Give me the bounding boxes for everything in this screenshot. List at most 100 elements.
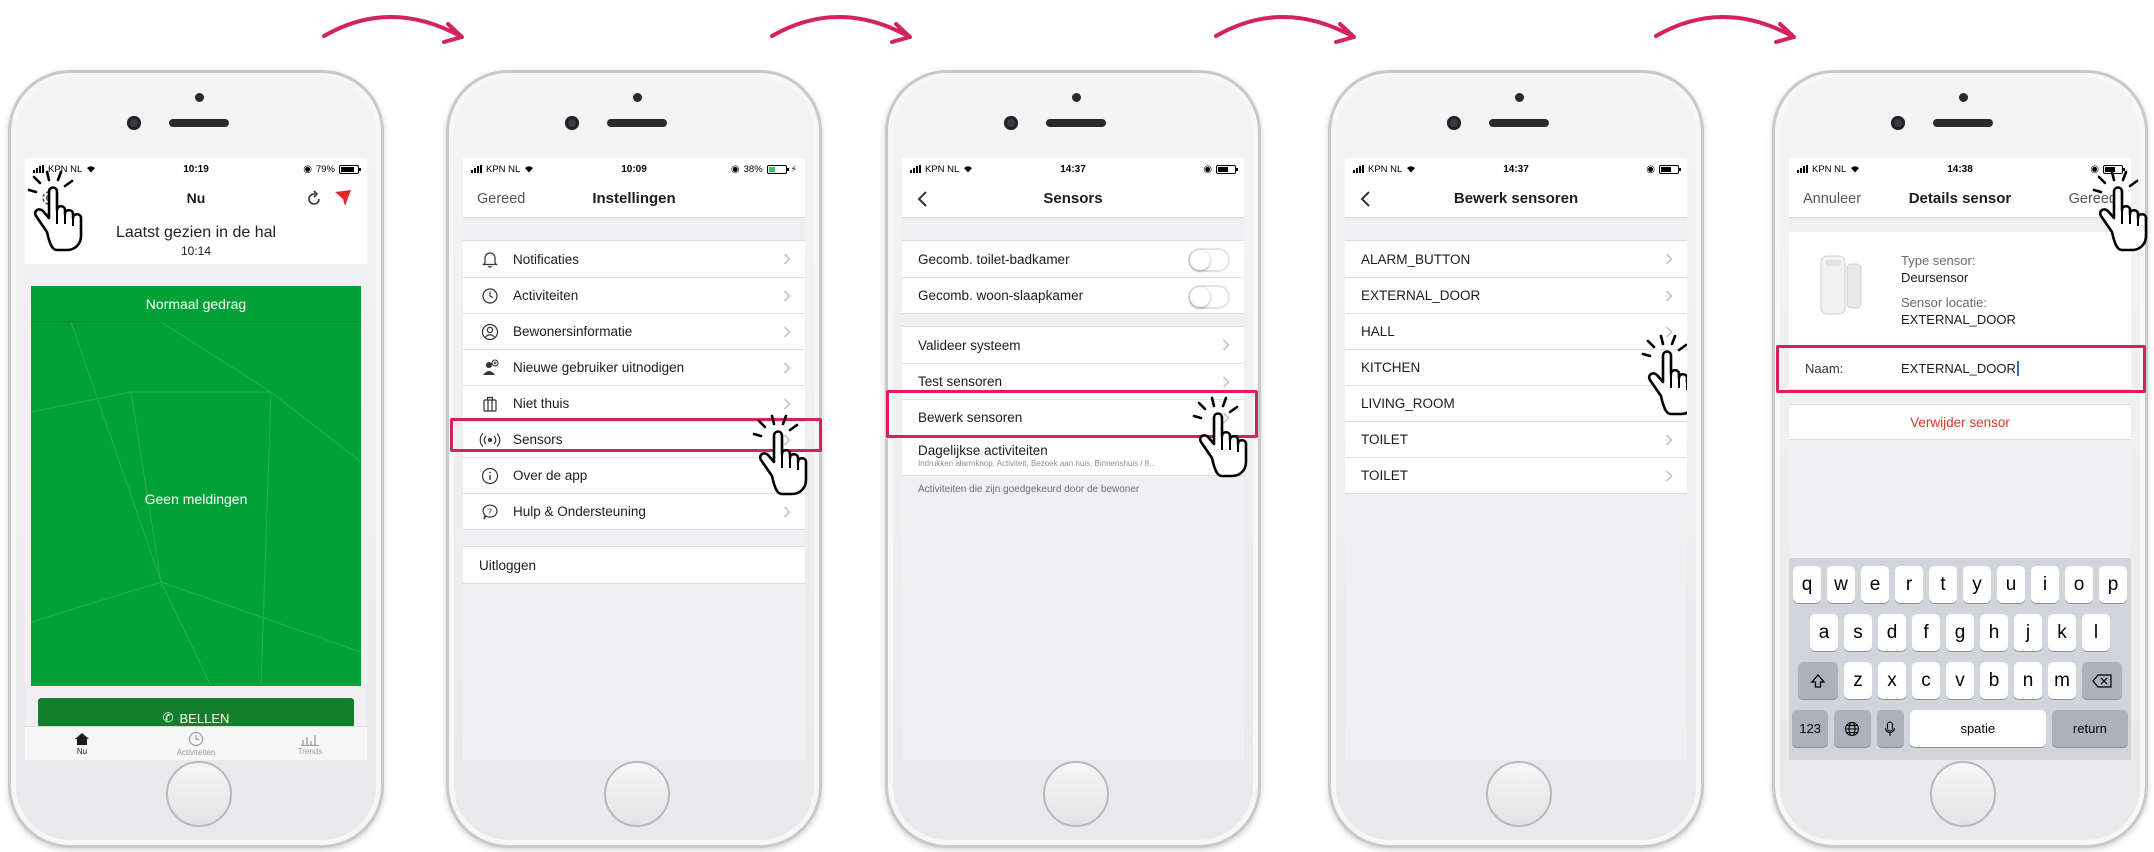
settings-item-resident-info[interactable]: Bewonersinformatie [463, 313, 805, 349]
done-button[interactable]: Gereed [477, 191, 525, 207]
door-sensor-image [1820, 255, 1862, 315]
key[interactable]: f [1912, 614, 1940, 651]
shift-key[interactable] [1798, 662, 1838, 699]
tab-now[interactable]: Nu [25, 727, 139, 760]
screen-now: KPN NL 10:19 ◉ 79% Nu Laatst gezien in de… [25, 158, 367, 760]
key[interactable]: m [2048, 662, 2076, 699]
key[interactable]: p [2099, 566, 2127, 603]
toggle-switch[interactable] [1188, 285, 1230, 309]
suitcase-icon [479, 393, 501, 415]
sensor-item[interactable]: ALARM_BUTTON [1345, 241, 1687, 277]
settings-item-activities[interactable]: Activiteiten [463, 277, 805, 313]
numbers-key[interactable]: 123 [1792, 710, 1829, 747]
home-button[interactable] [1930, 761, 1996, 827]
toggle-list: Gecomb. toilet-badkamer Gecomb. woon-sla… [902, 240, 1244, 314]
back-chevron-icon[interactable] [914, 189, 932, 209]
status-bar: KPN NL 14:37 ◉ [902, 158, 1244, 180]
chevron-right-icon [1665, 434, 1673, 446]
key[interactable]: g [1946, 614, 1974, 651]
globe-icon [1845, 721, 1860, 736]
front-camera [1004, 116, 1018, 130]
chevron-right-icon [783, 398, 791, 410]
chevron-right-icon [1665, 290, 1673, 302]
key[interactable]: i [2031, 566, 2059, 603]
space-key[interactable]: spatie [1909, 710, 2046, 747]
validate-system-item[interactable]: Valideer systeem [902, 327, 1244, 363]
wifi-icon [525, 166, 534, 173]
chevron-right-icon [783, 290, 791, 302]
cancel-button[interactable]: Annuleer [1803, 191, 1861, 207]
sensor-item[interactable]: HALL [1345, 313, 1687, 349]
key[interactable]: z [1844, 662, 1872, 699]
signal-icon [471, 165, 482, 173]
backspace-key[interactable] [2082, 662, 2122, 699]
key[interactable]: l [2082, 614, 2110, 651]
key[interactable]: j [2014, 614, 2042, 651]
key[interactable]: t [1929, 566, 1957, 603]
type-label: Type sensor: [1901, 253, 1976, 268]
key[interactable]: v [1946, 662, 1974, 699]
toggle-switch[interactable] [1188, 248, 1230, 272]
home-button[interactable] [604, 761, 670, 827]
bell-icon [479, 248, 501, 270]
key[interactable]: h [1980, 614, 2008, 651]
key[interactable]: r [1895, 566, 1923, 603]
tab-activities[interactable]: Activiteiten [139, 727, 253, 760]
tab-bar: Nu Activiteiten Trends [25, 726, 367, 760]
key[interactable]: b [1980, 662, 2008, 699]
sensor-item[interactable]: KITCHEN [1345, 349, 1687, 385]
key[interactable]: k [2048, 614, 2076, 651]
sensor-item[interactable]: LIVING_ROOM [1345, 385, 1687, 421]
settings-item-notifications[interactable]: Notificaties [463, 241, 805, 277]
back-chevron-icon[interactable] [1357, 189, 1375, 209]
sensor-item[interactable]: TOILET [1345, 457, 1687, 493]
chevron-right-icon [783, 506, 791, 518]
logout-button[interactable]: Uitloggen [463, 547, 805, 583]
key[interactable]: e [1861, 566, 1889, 603]
location-icon: ◉ [1646, 163, 1655, 175]
key[interactable]: d [1878, 614, 1906, 651]
settings-item-help[interactable]: ? Hulp & Ondersteuning [463, 493, 805, 529]
tab-trends[interactable]: Trends [253, 727, 367, 760]
test-sensors-item[interactable]: Test sensoren [902, 363, 1244, 399]
sensor-detail-card: Type sensor: Deursensor Sensor locatie: … [1789, 232, 2131, 348]
refresh-icon[interactable] [305, 190, 323, 208]
return-key[interactable]: return [2051, 710, 2128, 747]
nav-bar: Gereed Instellingen [463, 180, 805, 218]
speaker [1933, 119, 1993, 127]
location-value: EXTERNAL_DOOR [1901, 312, 2016, 327]
wifi-icon [964, 166, 973, 173]
page-title: Bewerk sensoren [1453, 190, 1579, 207]
signal-icon [910, 165, 921, 173]
globe-key[interactable] [1834, 710, 1871, 747]
key[interactable]: q [1793, 566, 1821, 603]
phone-1: KPN NL 10:19 ◉ 79% Nu Laatst gezien in de… [8, 70, 384, 848]
key[interactable]: s [1844, 614, 1872, 651]
delete-sensor-button[interactable]: Verwijder sensor [1789, 404, 2131, 440]
sensor-item[interactable]: EXTERNAL_DOOR [1345, 277, 1687, 313]
chevron-right-icon [783, 326, 791, 338]
help-icon: ? [479, 501, 501, 523]
tap-hand-icon [752, 414, 814, 498]
chevron-right-icon [1665, 253, 1673, 265]
key[interactable]: o [2065, 566, 2093, 603]
name-input[interactable]: EXTERNAL_DOOR [1901, 361, 2019, 376]
sensor-item[interactable]: TOILET [1345, 421, 1687, 457]
key[interactable]: w [1827, 566, 1855, 603]
home-button[interactable] [1486, 761, 1552, 827]
key[interactable]: c [1912, 662, 1940, 699]
settings-item-invite-user[interactable]: Nieuwe gebruiker uitnodigen [463, 349, 805, 385]
home-button[interactable] [166, 761, 232, 827]
microphone-key[interactable] [1876, 710, 1904, 747]
status-bar: KPN NL 14:37 ◉ [1345, 158, 1687, 180]
key[interactable]: n [2014, 662, 2042, 699]
send-icon[interactable] [333, 188, 353, 208]
keyboard: q w e r t y u i o p a s d f g h j k l z … [1789, 558, 2131, 760]
key[interactable]: y [1963, 566, 1991, 603]
location-icon: ◉ [1203, 163, 1212, 175]
key[interactable]: u [1997, 566, 2025, 603]
home-button[interactable] [1043, 761, 1109, 827]
add-person-icon [479, 357, 501, 379]
key[interactable]: x [1878, 662, 1906, 699]
key[interactable]: a [1810, 614, 1838, 651]
